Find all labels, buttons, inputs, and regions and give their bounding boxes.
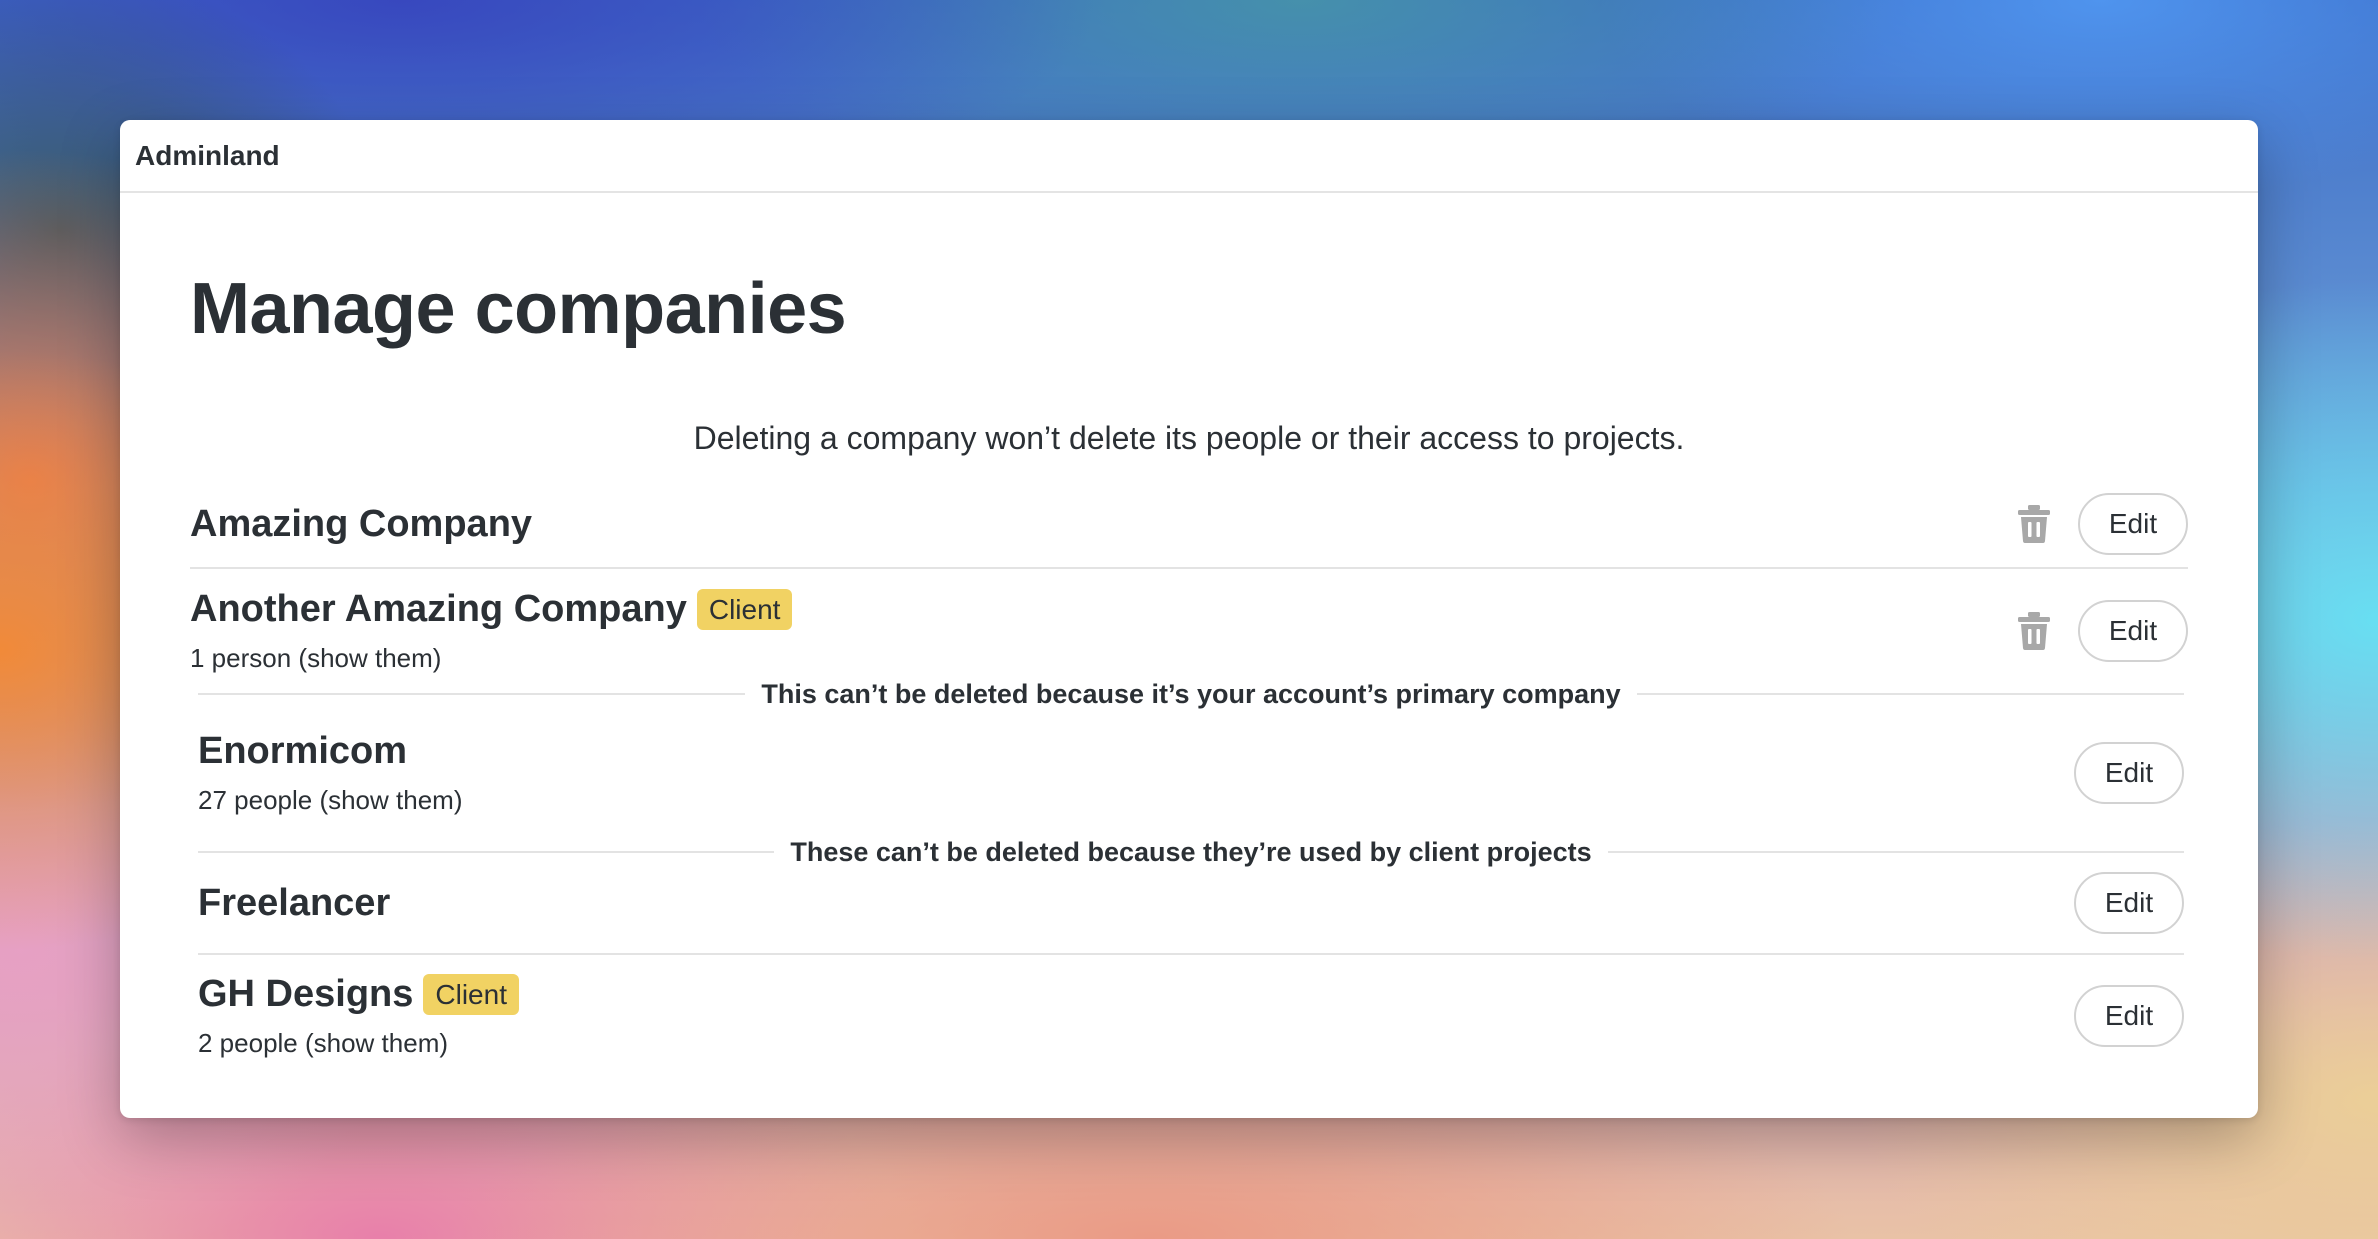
client-projects-heading: These can’t be deleted because they’re u… — [790, 836, 1592, 867]
company-row-freelancer: Freelancer Edit — [198, 853, 2184, 955]
app-window: Adminland Manage companies Deleting a co… — [120, 120, 2258, 1118]
main-content: Manage companies Deleting a company won’… — [120, 193, 2258, 1077]
edit-button[interactable]: Edit — [2074, 985, 2184, 1047]
company-row-another-amazing-company: Another Amazing Company Client 1 person … — [190, 569, 2188, 693]
company-name: Freelancer — [198, 881, 391, 924]
brand-link[interactable]: Adminland — [135, 140, 280, 172]
row-actions: Edit — [2074, 985, 2184, 1047]
company-name: Enormicom — [198, 730, 408, 772]
company-info: Freelancer — [198, 882, 390, 925]
people-count-link[interactable]: 2 people (show them) — [198, 1028, 519, 1059]
trash-icon[interactable] — [2014, 502, 2054, 546]
company-info: GH Designs Client 2 people (show them) — [198, 973, 519, 1059]
edit-button[interactable]: Edit — [2074, 742, 2184, 804]
trash-icon[interactable] — [2014, 609, 2054, 653]
client-badge: Client — [423, 973, 519, 1016]
people-count-link[interactable]: 1 person (show them) — [190, 643, 792, 674]
delete-notice: Deleting a company won’t delete its peop… — [693, 420, 1685, 456]
company-list: Amazing Company Edit Another Amazing Com… — [190, 481, 2188, 1077]
row-actions: Edit — [2014, 600, 2188, 662]
company-row-gh-designs: GH Designs Client 2 people (show them) E… — [190, 955, 2188, 1077]
row-actions: Edit — [2074, 872, 2184, 934]
client-projects-divider: These can’t be deleted because they’re u… — [190, 837, 2188, 867]
divider-line — [198, 851, 775, 853]
people-count-link[interactable]: 27 people (show them) — [198, 785, 462, 816]
edit-button[interactable]: Edit — [2074, 872, 2184, 934]
divider-line — [1607, 851, 2185, 853]
primary-company-heading: This can’t be deleted because it’s your … — [761, 678, 1621, 709]
client-badge: Client — [696, 588, 793, 631]
page-title: Manage companies — [190, 269, 847, 349]
company-row-amazing-company: Amazing Company Edit — [190, 481, 2188, 569]
company-name: Another Amazing Company — [190, 588, 687, 630]
divider-line — [1636, 693, 2184, 695]
edit-button[interactable]: Edit — [2078, 493, 2188, 555]
edit-button[interactable]: Edit — [2078, 600, 2188, 662]
company-info: Amazing Company — [190, 503, 532, 546]
company-info: Enormicom 27 people (show them) — [198, 730, 462, 816]
primary-company-divider: This can’t be deleted because it’s your … — [190, 679, 2188, 709]
divider-line — [198, 693, 746, 695]
company-name: Amazing Company — [190, 502, 533, 545]
company-info: Another Amazing Company Client 1 person … — [190, 588, 793, 674]
top-bar: Adminland — [120, 120, 2258, 193]
company-row-enormicom: Enormicom 27 people (show them) Edit — [190, 695, 2188, 851]
row-actions: Edit — [2014, 493, 2188, 555]
company-name: GH Designs — [198, 973, 414, 1015]
row-actions: Edit — [2074, 742, 2184, 804]
